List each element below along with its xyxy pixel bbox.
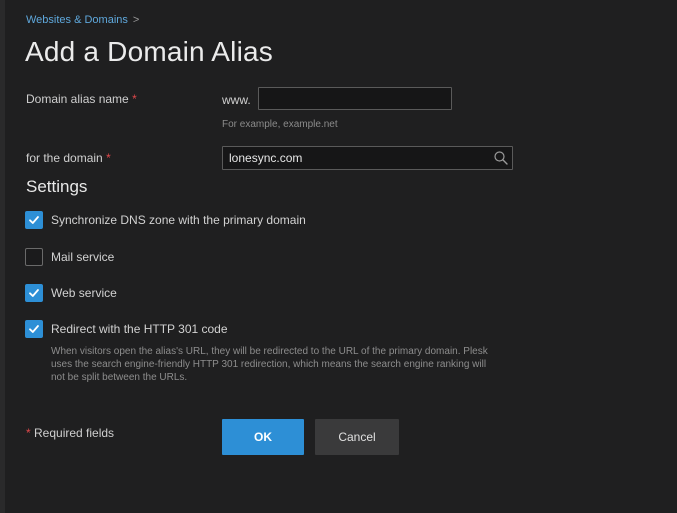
domain-select[interactable]: lonesync.com	[222, 146, 513, 170]
www-prefix: www.	[222, 93, 251, 107]
checkmark-icon	[29, 289, 39, 297]
domain-alias-input[interactable]	[258, 87, 452, 110]
required-mark: *	[132, 92, 137, 106]
domain-alias-name-label: Domain alias name *	[26, 92, 137, 106]
breadcrumb: Websites & Domains >	[26, 14, 139, 26]
for-the-domain-label: for the domain *	[26, 151, 111, 165]
required-fields-note: * Required fields	[26, 426, 114, 440]
required-mark: *	[26, 426, 31, 440]
checkmark-icon	[29, 325, 39, 333]
option-sync-dns[interactable]: Synchronize DNS zone with the primary do…	[25, 211, 306, 229]
mail-service-label: Mail service	[51, 250, 115, 264]
required-fields-text: Required fields	[34, 426, 115, 440]
ok-button[interactable]: OK	[222, 419, 304, 455]
domain-select-value: lonesync.com	[229, 151, 303, 165]
domain-alias-name-label-text: Domain alias name	[26, 92, 129, 106]
for-the-domain-label-text: for the domain	[26, 151, 103, 165]
option-web-service[interactable]: Web service	[25, 284, 117, 302]
sync-dns-checkbox[interactable]	[25, 211, 43, 229]
option-redirect-301[interactable]: Redirect with the HTTP 301 code	[25, 320, 228, 338]
checkmark-icon	[29, 216, 39, 224]
redirect-301-label: Redirect with the HTTP 301 code	[51, 322, 228, 336]
sync-dns-label: Synchronize DNS zone with the primary do…	[51, 213, 306, 227]
required-mark: *	[106, 151, 111, 165]
page-title: Add a Domain Alias	[25, 36, 273, 67]
cancel-button[interactable]: Cancel	[315, 419, 399, 455]
breadcrumb-link-websites-domains[interactable]: Websites & Domains	[26, 14, 128, 26]
alias-example-hint: For example, example.net	[222, 119, 338, 130]
search-icon[interactable]	[493, 150, 509, 166]
redirect-description: When visitors open the alias's URL, they…	[51, 346, 488, 383]
breadcrumb-separator: >	[132, 14, 140, 26]
redirect-301-checkbox[interactable]	[25, 320, 43, 338]
mail-service-checkbox[interactable]	[25, 248, 43, 266]
option-mail-service[interactable]: Mail service	[25, 248, 114, 266]
left-panel-edge	[0, 0, 5, 513]
web-service-label: Web service	[51, 286, 117, 300]
web-service-checkbox[interactable]	[25, 284, 43, 302]
settings-heading: Settings	[26, 177, 88, 196]
